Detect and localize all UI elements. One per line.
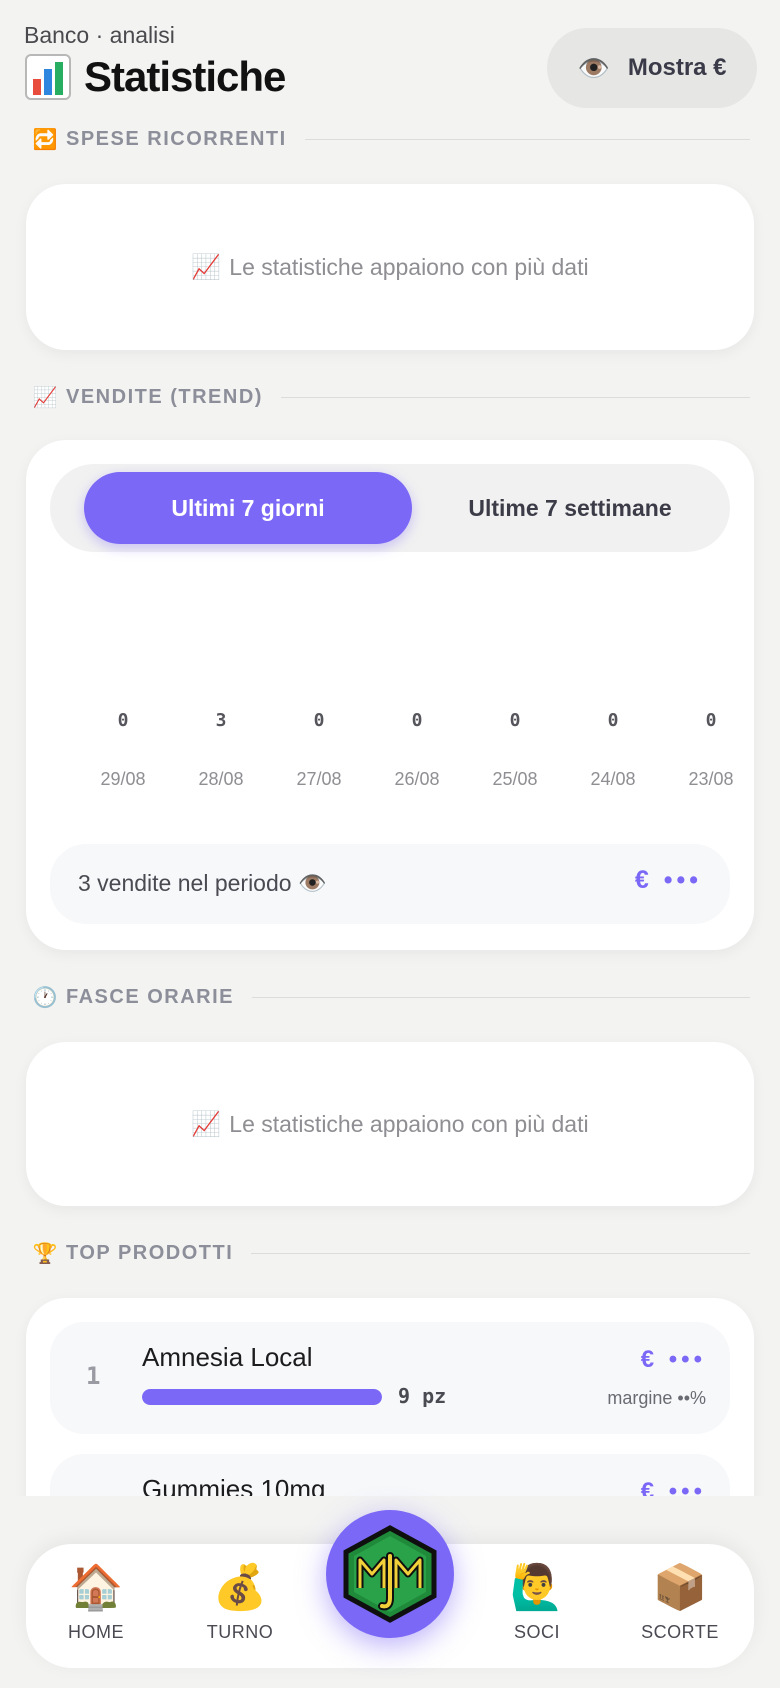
mjm-logo-icon bbox=[343, 1525, 437, 1623]
top-products-card: 1 Amnesia Local 9 pz € ••• margine ••% G… bbox=[26, 1298, 754, 1496]
chart-value-label: 3 bbox=[215, 710, 227, 731]
page-title: Statistiche bbox=[84, 53, 286, 100]
chart-column: 0 24/08 bbox=[564, 710, 662, 790]
page-header: Banco · analisi Statistiche bbox=[24, 22, 286, 101]
nav-members[interactable]: 🙋‍♂️ SOCI bbox=[477, 1562, 597, 1643]
product-quantity: 9 pz bbox=[398, 1384, 447, 1408]
tab-last-7-days[interactable]: Ultimi 7 giorni bbox=[84, 472, 412, 544]
section-label: SPESE RICORRENTI bbox=[66, 127, 287, 150]
nav-shift[interactable]: 💰 TURNO bbox=[180, 1562, 300, 1643]
home-icon: 🏠 bbox=[68, 1563, 124, 1612]
chart-column: 0 23/08 bbox=[662, 710, 760, 790]
chart-category-label: 27/08 bbox=[296, 769, 342, 789]
repeat-icon: 🔁 bbox=[32, 128, 58, 151]
section-divider bbox=[252, 996, 750, 998]
bar-chart-icon bbox=[24, 53, 72, 101]
product-margin: margine ••% bbox=[607, 1388, 706, 1408]
section-sales-trend: 📈 VENDITE (TREND) bbox=[32, 382, 750, 412]
sales-count: 3 vendite nel periodo 👁️ bbox=[78, 870, 327, 896]
nav-stock[interactable]: 📦 SCORTE bbox=[620, 1562, 740, 1643]
section-time-slots: 🕐 FASCE ORARIE bbox=[32, 982, 750, 1012]
chart-category-label: 24/08 bbox=[590, 769, 636, 789]
product-revenue-hidden: € ••• bbox=[640, 1478, 706, 1496]
chart-value-label: 0 bbox=[607, 710, 619, 731]
section-divider bbox=[304, 138, 750, 140]
section-divider bbox=[251, 1252, 750, 1254]
chart-value-label: 0 bbox=[509, 710, 521, 731]
section-top-products: 🏆 TOP PRODOTTI bbox=[32, 1238, 750, 1268]
recurring-expenses-card: 📈 Le statistiche appaiono con più dati bbox=[26, 184, 754, 350]
members-icon: 🙋‍♂️ bbox=[509, 1563, 565, 1612]
section-divider bbox=[280, 396, 750, 398]
empty-state-text: Le statistiche appaiono con più dati bbox=[229, 253, 589, 280]
chart-up-icon: 📈 bbox=[191, 253, 222, 281]
period-toggle: Ultimi 7 giorni Ultime 7 settimane bbox=[50, 464, 730, 552]
section-label: VENDITE (TREND) bbox=[66, 385, 263, 408]
chart-up-icon: 📈 bbox=[191, 1110, 222, 1138]
chart-column: 0 27/08 bbox=[270, 710, 368, 790]
chart-column: 0 25/08 bbox=[466, 710, 564, 790]
section-recurring-expenses: 🔁 SPESE RICORRENTI bbox=[32, 124, 750, 154]
section-label: FASCE ORARIE bbox=[66, 985, 235, 1008]
nav-label: TURNO bbox=[206, 1622, 274, 1642]
center-logo-button[interactable] bbox=[326, 1510, 454, 1638]
product-share-bar bbox=[142, 1389, 382, 1405]
tab-last-7-weeks[interactable]: Ultime 7 settimane bbox=[420, 472, 720, 544]
nav-home[interactable]: 🏠 HOME bbox=[36, 1562, 156, 1643]
nav-label: HOME bbox=[68, 1622, 124, 1642]
product-share-fill bbox=[142, 1389, 382, 1405]
chart-value-label: 0 bbox=[705, 710, 717, 731]
chart-category-label: 28/08 bbox=[198, 769, 244, 789]
box-icon: 📦 bbox=[652, 1563, 708, 1612]
money-bag-icon: 💰 bbox=[212, 1563, 268, 1612]
product-row[interactable]: Gummies 10mg € ••• bbox=[50, 1454, 730, 1496]
chart-column: 0 29/08 bbox=[74, 710, 172, 790]
title-row: Statistiche bbox=[24, 53, 286, 101]
sales-chart: 0 29/08 3 28/08 0 27/08 0 26/08 0 25/08 0 24/08 0 23/… bbox=[74, 710, 760, 820]
chart-category-label: 29/08 bbox=[100, 769, 146, 789]
section-label: TOP PRODOTTI bbox=[66, 1241, 234, 1264]
clock-icon: 🕐 bbox=[32, 986, 58, 1009]
chart-category-label: 26/08 bbox=[394, 769, 440, 789]
sales-trend-card: Ultimi 7 giorni Ultime 7 settimane 0 29/0… bbox=[26, 440, 754, 950]
empty-state: 📈 Le statistiche appaiono con più dati bbox=[26, 1042, 754, 1206]
nav-label: SCORTE bbox=[641, 1622, 719, 1642]
empty-state: 📈 Le statistiche appaiono con più dati bbox=[26, 184, 754, 350]
product-rank: 1 bbox=[86, 1362, 101, 1390]
chart-value-label: 0 bbox=[313, 710, 325, 731]
show-amounts-label: Mostra € bbox=[627, 54, 727, 81]
chart-category-label: 23/08 bbox=[688, 769, 734, 789]
empty-state-text: Le statistiche appaiono con più dati bbox=[229, 1110, 589, 1137]
chart-up-icon: 📈 bbox=[32, 386, 58, 409]
product-name: Amnesia Local bbox=[142, 1342, 313, 1372]
chart-category-label: 25/08 bbox=[492, 769, 538, 789]
time-slots-card: 📈 Le statistiche appaiono con più dati bbox=[26, 1042, 754, 1206]
chart-column: 0 26/08 bbox=[368, 710, 466, 790]
page-subtitle: Banco · analisi bbox=[24, 22, 175, 48]
chart-column: 3 28/08 bbox=[172, 710, 270, 790]
nav-label: SOCI bbox=[513, 1622, 560, 1642]
product-name: Gummies 10mg bbox=[142, 1474, 326, 1496]
sales-summary: 3 vendite nel periodo 👁️ € ••• bbox=[50, 844, 730, 924]
statistics-screen: Banco · analisi Statistiche 👁️ Mostra € … bbox=[0, 0, 780, 1496]
trophy-icon: 🏆 bbox=[32, 1242, 58, 1265]
chart-value-label: 0 bbox=[117, 710, 129, 731]
product-revenue-hidden: € ••• bbox=[640, 1346, 706, 1373]
product-row[interactable]: 1 Amnesia Local 9 pz € ••• margine ••% bbox=[50, 1322, 730, 1434]
chart-value-label: 0 bbox=[411, 710, 423, 731]
show-amounts-button[interactable]: 👁️ Mostra € bbox=[547, 28, 757, 108]
sales-total-hidden: € ••• bbox=[634, 866, 702, 894]
eye-icon: 👁️ bbox=[577, 52, 610, 83]
